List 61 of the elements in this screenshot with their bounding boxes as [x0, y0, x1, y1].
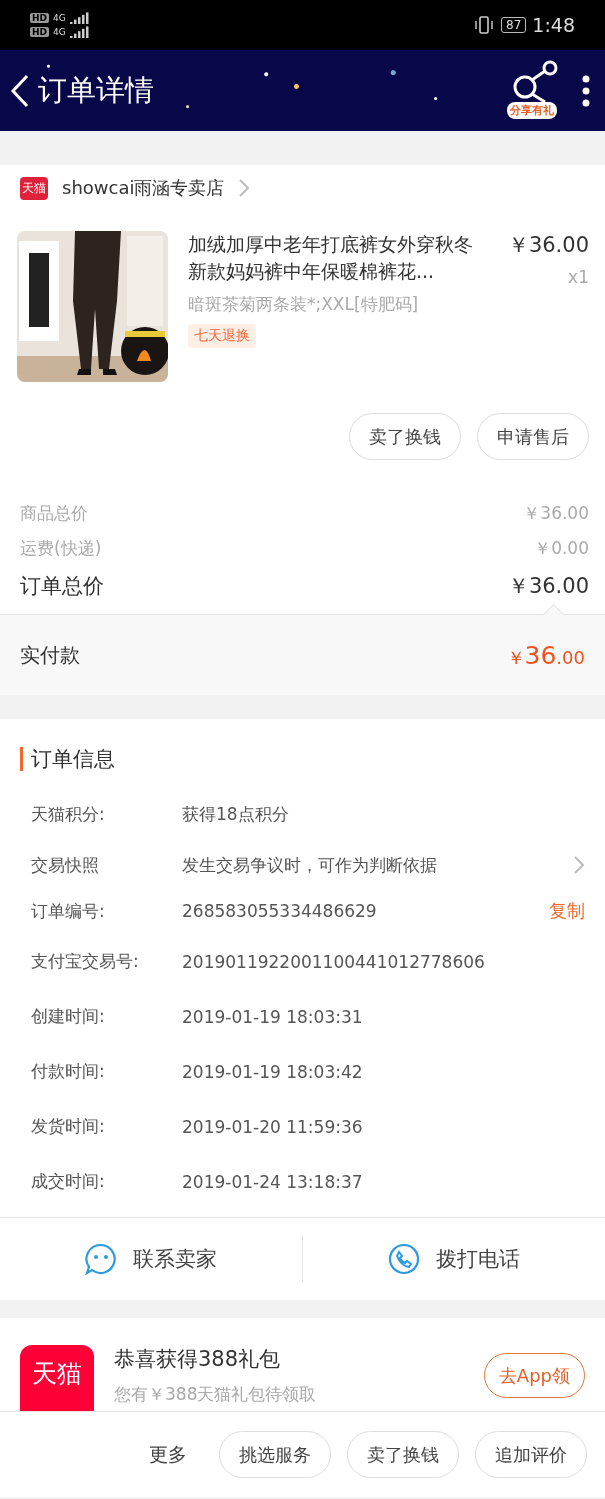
product-variant: 暗斑茶菊两条装*;XXL[特肥码]: [188, 293, 420, 316]
claim-button[interactable]: 去App领: [483, 1353, 585, 1398]
info-label: 支付宝交易号:: [31, 950, 140, 973]
info-label: 天猫积分:: [31, 803, 106, 826]
info-value: 2019-01-19 18:03:31: [182, 1006, 364, 1027]
paid-amount: ￥36.00: [506, 640, 585, 670]
contact-button[interactable]: 拨打电话: [302, 1236, 605, 1282]
info-value: 发生交易争议时，可作为判断依据: [182, 853, 438, 877]
action-button[interactable]: 申请售后: [477, 413, 589, 460]
tmall-logo: 天猫: [20, 176, 48, 200]
product-price: ￥36.00: [507, 232, 589, 259]
signal-icon: [69, 12, 90, 24]
price-label: 商品总价: [20, 502, 88, 525]
info-label: 发货时间:: [31, 1115, 106, 1138]
network-label: 4G: [53, 13, 66, 23]
paid-label: 实付款: [20, 641, 80, 669]
network-label: 4G: [53, 27, 66, 37]
info-label: 成交时间:: [31, 1170, 106, 1193]
more-icon[interactable]: [581, 74, 591, 107]
vibrate-icon: [473, 15, 496, 35]
action-button[interactable]: 追加评价: [475, 1431, 587, 1478]
price-value: ￥0.00: [534, 537, 589, 560]
more-link[interactable]: 更多: [149, 1441, 187, 1468]
product-quantity: x1: [568, 267, 589, 287]
store-name[interactable]: showcai雨涵专卖店: [62, 176, 225, 200]
info-label: 付款时间:: [31, 1060, 106, 1083]
chevron-right-icon: [573, 855, 585, 875]
price-value: ￥36.00: [507, 573, 589, 600]
sim-badge: HD: [30, 27, 49, 37]
info-value: 获得18点积分: [182, 803, 290, 826]
chevron-right-icon: [238, 178, 251, 198]
sim-badge: HD: [30, 13, 49, 23]
product-title[interactable]: 加绒加厚中老年打底裤女外穿秋冬新款妈妈裤中年保暖棉裤花...: [188, 231, 488, 285]
info-value: 2019011922001100441012778606: [182, 951, 486, 972]
signal-icon: [69, 26, 90, 38]
page-title: 订单详情: [38, 71, 154, 109]
info-label: 交易快照: [31, 853, 100, 877]
chat-face-icon: [85, 1243, 117, 1275]
phone-icon: [388, 1243, 420, 1275]
promo-subtitle: 您有￥388天猫礼包待领取: [114, 1383, 318, 1406]
info-label: 创建时间:: [31, 1005, 106, 1028]
contact-button[interactable]: 联系卖家: [0, 1236, 302, 1282]
info-label: 订单编号:: [31, 899, 106, 923]
back-icon[interactable]: [10, 72, 30, 109]
return-policy-tag: 七天退换: [188, 324, 256, 348]
promo-title: 恭喜获得388礼包: [114, 1346, 282, 1373]
price-value: ￥36.00: [523, 502, 589, 525]
info-value: 268583055334486629: [182, 901, 378, 921]
info-value: 2019-01-19 18:03:42: [182, 1061, 364, 1082]
action-button[interactable]: 卖了换钱: [349, 413, 461, 460]
clock-time: 1:48: [532, 14, 575, 36]
battery-icon: 87: [501, 17, 527, 33]
share-reward-label[interactable]: 分享有礼: [507, 101, 557, 119]
price-label: 运费(快递): [20, 537, 102, 560]
info-value: 2019-01-24 13:18:37: [182, 1171, 364, 1192]
section-title: 订单信息: [20, 747, 585, 771]
info-value: 2019-01-20 11:59:36: [182, 1116, 364, 1137]
price-label: 订单总价: [20, 573, 104, 600]
tmall-app-logo: 天猫: [20, 1345, 94, 1411]
action-button[interactable]: 挑选服务: [219, 1431, 331, 1478]
action-button[interactable]: 卖了换钱: [347, 1431, 459, 1478]
